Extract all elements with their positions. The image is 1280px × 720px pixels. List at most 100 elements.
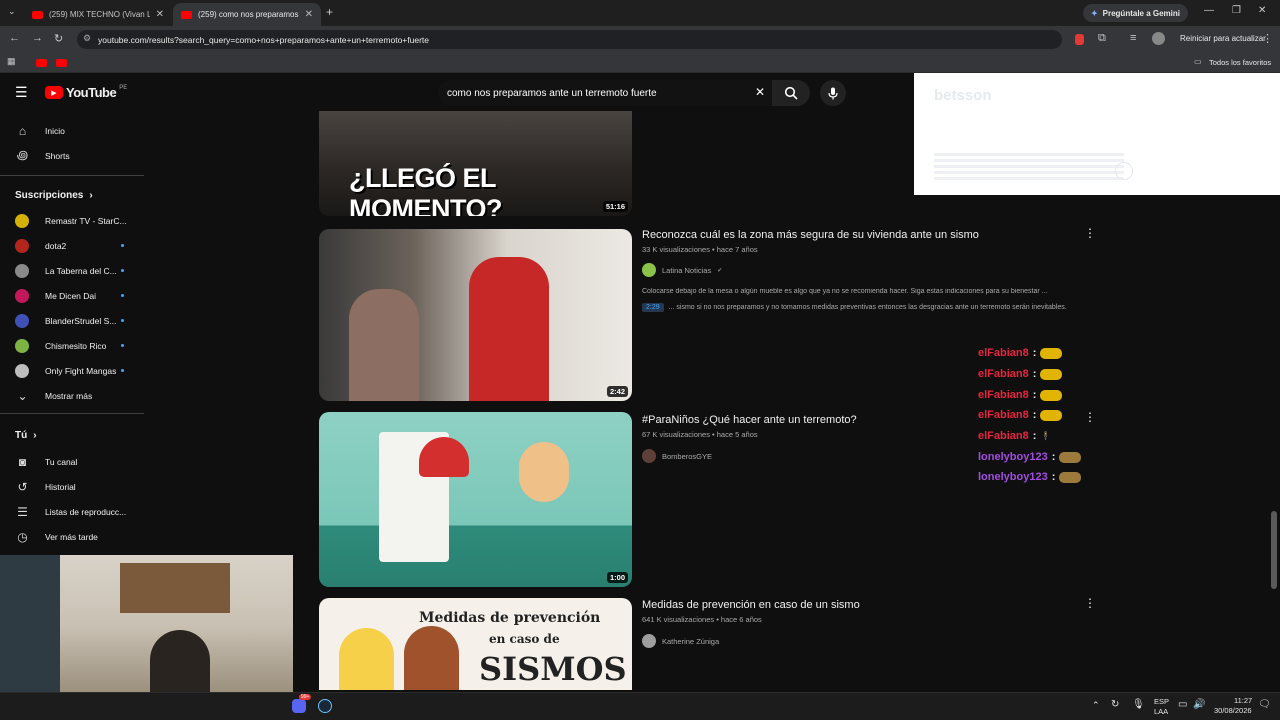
- chat-separator: :: [1032, 347, 1037, 359]
- video-menu-icon[interactable]: ⋮: [1084, 410, 1096, 424]
- notifications-icon[interactable]: 🗨: [1258, 699, 1271, 710]
- channel-link[interactable]: Latina Noticias ✔: [642, 263, 722, 277]
- tab-search-results[interactable]: (259) como nos preparamos ar ✕: [173, 3, 321, 26]
- chapter-time[interactable]: 2:29: [642, 303, 664, 312]
- sidebar-item-sub-5[interactable]: Chismesito Rico: [0, 333, 144, 358]
- channel-link[interactable]: BomberosGYE: [642, 449, 712, 463]
- tab-search-icon[interactable]: ⌄: [8, 6, 16, 17]
- video-thumbnail[interactable]: ¿LLEGÓ EL MOMENTO? 51:16: [319, 111, 632, 216]
- discord-icon[interactable]: [292, 699, 306, 713]
- tab-strip: ⌄ (259) MIX TECHNO (Vivan Los 9 ✕ (259) …: [0, 0, 1280, 26]
- you-heading[interactable]: Tú ›: [15, 430, 37, 441]
- voice-search-button[interactable]: [820, 80, 846, 106]
- clock-time[interactable]: 11:27: [1234, 696, 1252, 705]
- sidebar-item-sub-3[interactable]: Me Dicen Dai: [0, 283, 144, 308]
- network-icon[interactable]: ▭: [1178, 699, 1187, 710]
- new-tab-button[interactable]: +: [326, 5, 333, 19]
- update-button[interactable]: Reiniciar para actualizar: [1180, 34, 1266, 43]
- thumbnail-text-line-2: en caso de: [489, 632, 560, 646]
- thumbnail-text-line-3: SISMOS: [479, 650, 627, 688]
- sidebar-item-watch-later[interactable]: ◷ Ver más tarde: [0, 524, 144, 549]
- sidebar-item-sub-1[interactable]: dota2: [0, 233, 144, 258]
- back-icon[interactable]: ←: [9, 32, 20, 44]
- shorts-icon: ꩜: [16, 148, 29, 162]
- video-title[interactable]: #ParaNiños ¿Qué hacer ante un terremoto?: [642, 414, 857, 426]
- clock-date[interactable]: 30/08/2026: [1214, 706, 1252, 715]
- tab-mix-techno[interactable]: (259) MIX TECHNO (Vivan Los 9 ✕: [24, 3, 172, 26]
- maximize-icon[interactable]: ❐: [1232, 5, 1241, 16]
- layout-code[interactable]: LAA: [1154, 707, 1168, 716]
- sidebar-item-sub-6[interactable]: Only Fight Mangas: [0, 358, 144, 383]
- close-tab-icon[interactable]: ✕: [305, 9, 313, 20]
- video-duration: 51:16: [602, 201, 628, 212]
- gemini-button[interactable]: ✦ Pregúntale a Gemini: [1082, 4, 1188, 22]
- divider: [0, 413, 144, 414]
- extensions-puzzle-icon[interactable]: ⧉: [1098, 32, 1106, 45]
- video-meta: 33 K visualizaciones • hace 7 años: [642, 245, 758, 254]
- hamburger-menu-icon[interactable]: ☰: [15, 84, 28, 101]
- menu-kebab-icon[interactable]: ⋮: [1262, 32, 1273, 45]
- close-window-icon[interactable]: ✕: [1258, 5, 1266, 16]
- volume-icon[interactable]: 🔊: [1193, 699, 1205, 710]
- new-content-dot: [121, 269, 124, 272]
- video-title[interactable]: Reconozca cuál es la zona más segura de …: [642, 229, 979, 241]
- cartoon-girl: [339, 628, 394, 690]
- forward-icon[interactable]: →: [32, 32, 43, 44]
- sidebar-item-label: Me Dicen Dai: [45, 290, 97, 301]
- sidebar-item-inicio[interactable]: ⌂ Inicio: [0, 118, 144, 143]
- age-badge-icon: [1115, 162, 1133, 180]
- video-thumbnail[interactable]: 2:42: [319, 229, 632, 401]
- chapter-snippet[interactable]: 2:29 ... sismo si no nos preparamos y no…: [642, 303, 1067, 312]
- media-icon[interactable]: ≡: [1130, 32, 1136, 44]
- minimize-icon[interactable]: —: [1204, 5, 1214, 16]
- ad-fine-print: [934, 153, 1124, 181]
- channel-link[interactable]: Katherine Zúniga: [642, 634, 719, 648]
- subscriptions-heading[interactable]: Suscripciones ›: [15, 190, 93, 201]
- new-content-dot: [121, 344, 124, 347]
- all-bookmarks[interactable]: Todos los favoritos: [1209, 58, 1271, 67]
- sidebar-item-sub-2[interactable]: La Taberna del C...: [0, 258, 144, 283]
- shelf-shape: [120, 563, 230, 613]
- sidebar-item-sub-4[interactable]: BlanderStrudel S...: [0, 308, 144, 333]
- sidebar-item-sub-0[interactable]: Remastr TV - StarC...: [0, 208, 144, 233]
- video-duration: 1:00: [606, 572, 628, 583]
- sidebar-item-historial[interactable]: ↺ Historial: [0, 474, 144, 499]
- new-content-dot: [121, 294, 124, 297]
- chat-separator: :: [1032, 430, 1037, 442]
- video-menu-icon[interactable]: ⋮: [1084, 226, 1096, 240]
- youtube-logo[interactable]: ▶ YouTube PE: [45, 85, 127, 100]
- tray-chevron-icon[interactable]: ⌃: [1092, 700, 1100, 711]
- show-more-button[interactable]: ⌄ Mostrar más: [0, 383, 144, 408]
- video-title[interactable]: Medidas de prevención en caso de un sism…: [642, 599, 860, 611]
- youtube-bookmark-icon[interactable]: [56, 59, 67, 67]
- user-icon: ◙: [18, 454, 27, 469]
- chevron-right-icon: ›: [89, 190, 93, 201]
- reload-icon[interactable]: ↻: [54, 32, 63, 45]
- chat-separator: :: [1032, 409, 1037, 421]
- extension-icon[interactable]: [1075, 34, 1084, 45]
- close-tab-icon[interactable]: ✕: [156, 9, 164, 20]
- page-scrollbar[interactable]: [1271, 511, 1277, 589]
- sidebar-item-tu-canal[interactable]: ◙ Tu canal: [0, 449, 144, 474]
- profile-avatar[interactable]: [1152, 32, 1165, 45]
- youtube-bookmark-icon[interactable]: [36, 59, 47, 67]
- apps-grid-icon[interactable]: ▦: [7, 56, 16, 67]
- language-code[interactable]: ESP: [1154, 697, 1169, 706]
- clear-search-icon[interactable]: ✕: [755, 85, 765, 99]
- sync-icon[interactable]: ↻: [1111, 699, 1119, 710]
- steam-icon[interactable]: [318, 699, 332, 713]
- sidebar-item-playlists[interactable]: ☰ Listas de reproducc...: [0, 499, 144, 524]
- mic-tray-icon[interactable]: 🎙: [1132, 699, 1145, 710]
- video-thumbnail[interactable]: Medidas de prevención en caso de SISMOS: [319, 598, 632, 690]
- site-info-icon[interactable]: ⚙: [83, 33, 91, 44]
- video-thumbnail[interactable]: 1:00: [319, 412, 632, 587]
- sidebar-item-shorts[interactable]: ꩜ Shorts: [0, 143, 144, 168]
- url-text: youtube.com/results?search_query=como+no…: [98, 34, 429, 45]
- divider: [0, 175, 144, 176]
- search-button[interactable]: [772, 80, 810, 106]
- verified-icon: ✔: [717, 267, 723, 274]
- sidebar-item-label: Inicio: [45, 125, 65, 136]
- video-menu-icon[interactable]: ⋮: [1084, 596, 1096, 610]
- address-bar[interactable]: ⚙ youtube.com/results?search_query=como+…: [77, 30, 1062, 49]
- search-input[interactable]: como nos preparamos ante un terremoto fu…: [438, 80, 772, 106]
